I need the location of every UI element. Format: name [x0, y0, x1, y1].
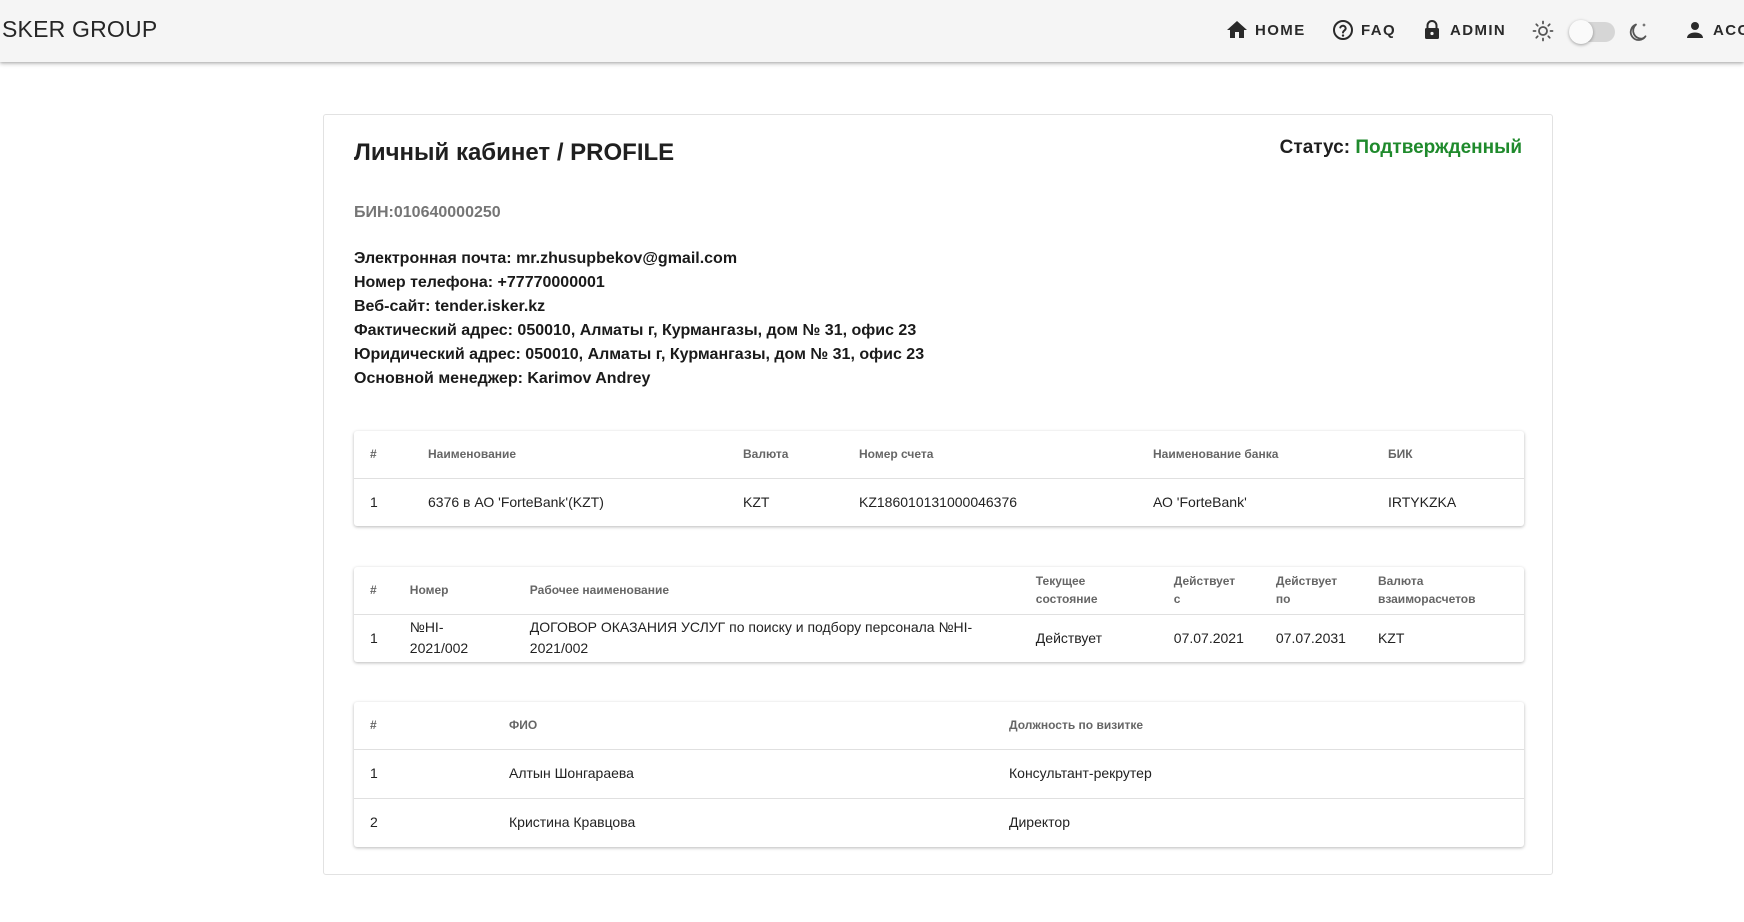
nav-admin-label: ADMIN	[1450, 21, 1507, 39]
table-cell: 1	[354, 749, 493, 799]
sun-icon	[1532, 20, 1554, 42]
manager-line: Основной менеджер: Karimov Andrey	[354, 370, 651, 387]
bank-accounts-table: # Наименование Валюта Номер счета Наимен…	[354, 431, 1524, 526]
nav-home-label: HOME	[1255, 21, 1306, 39]
table-cell: ДОГОВОР ОКАЗАНИЯ УСЛУГ по поиску и подбо…	[529, 619, 973, 657]
table-cell: KZ186010131000046376	[859, 493, 1018, 510]
status-label: Статус:	[1279, 137, 1351, 158]
table-header-row: # ФИО Должность по визитке	[354, 702, 1524, 750]
theme-toggle-switch[interactable]	[1569, 20, 1617, 44]
column-header: Должность по визитке	[993, 702, 1524, 750]
website-line: Веб-сайт: tender.isker.kz	[354, 298, 546, 315]
contacts-table: # ФИО Должность по визитке 1 Алтын Шонга…	[354, 702, 1524, 847]
home-icon	[1227, 21, 1247, 38]
profile-card: Личный кабинет / PROFILE Статус: Подтвер…	[323, 114, 1553, 875]
table-cell: Консультант-рекрутер	[993, 749, 1524, 799]
column-header: Валюта	[727, 431, 843, 479]
phone-line: Номер телефона: +77770000001	[354, 274, 605, 291]
nav-admin-button[interactable]: ADMIN	[1420, 17, 1506, 43]
table-cell: АО 'ForteBank'	[1153, 493, 1247, 510]
column-header: Текущее состояние	[1019, 567, 1158, 615]
help-circle-icon	[1333, 20, 1353, 40]
table-cell: Кристина Кравцова	[509, 814, 636, 831]
nav-home-button[interactable]: HOME	[1225, 17, 1306, 43]
company-info: Электронная почта: mr.zhusupbekov@gmail.…	[354, 247, 924, 391]
column-header: Наименование банка	[1137, 431, 1372, 479]
toggle-thumb[interactable]	[1569, 20, 1593, 44]
legal-address-line: Юридический адрес: 050010, Алматы г, Кур…	[354, 346, 925, 363]
nav-faq-label: FAQ	[1361, 21, 1397, 39]
actual-address-line: Фактический адрес: 050010, Алматы г, Кур…	[354, 322, 917, 339]
column-header: Действует с	[1157, 567, 1260, 615]
table-cell: Директор	[1009, 814, 1070, 831]
person-icon	[1687, 22, 1703, 38]
moon-icon	[1629, 23, 1647, 41]
table-cell: 1	[370, 493, 378, 510]
nav-account-label: ACC	[1713, 21, 1744, 39]
table-cell: KZT	[1377, 629, 1405, 646]
bin-number: БИН:010640000250	[354, 204, 501, 221]
column-header: ФИО	[493, 702, 993, 750]
page-title: Личный кабинет / PROFILE	[354, 139, 675, 166]
table-header-row: # Номер Рабочее наименование Текущее сос…	[354, 567, 1524, 615]
table-cell: IRTYKZKA	[1388, 493, 1457, 510]
status-line: Статус: Подтвержденный	[1280, 137, 1522, 159]
table-cell: 6376 в АО 'ForteBank'(KZT)	[428, 493, 604, 510]
table-row[interactable]: 1 6376 в АО 'ForteBank'(KZT) KZT KZ18601…	[354, 478, 1524, 526]
column-header: #	[354, 567, 394, 615]
table-cell: 07.07.2031	[1275, 629, 1346, 646]
column-header: #	[354, 431, 412, 479]
table-cell: №HI-2021/002	[409, 619, 469, 657]
column-header: Валюта взаиморасчетов	[1361, 567, 1524, 615]
contracts-table: # Номер Рабочее наименование Текущее сос…	[354, 567, 1524, 662]
brand-logo-text[interactable]: SKER GROUP	[2, 16, 157, 43]
table-cell: Действует	[1035, 629, 1103, 646]
column-header: #	[354, 702, 493, 750]
column-header: Номер	[393, 567, 514, 615]
column-header: Действует по	[1259, 567, 1362, 615]
table-cell: KZT	[743, 493, 770, 510]
column-header: БИК	[1372, 431, 1524, 479]
nav-faq-button[interactable]: FAQ	[1331, 17, 1396, 43]
lock-icon	[1425, 20, 1439, 39]
column-header: Наименование	[412, 431, 727, 479]
nav-account-button[interactable]: ACC	[1683, 17, 1744, 43]
status-value: Подтвержденный	[1355, 137, 1522, 158]
table-cell: 1	[370, 629, 378, 646]
table-row[interactable]: 2 Кристина Кравцова Директор	[354, 798, 1524, 847]
column-header: Номер счета	[843, 431, 1137, 479]
table-row[interactable]: 1 №HI-2021/002 ДОГОВОР ОКАЗАНИЯ УСЛУГ по…	[354, 614, 1524, 662]
app-bar: SKER GROUP HOME FAQ ADMIN AC	[0, 0, 1744, 62]
email-line: Электронная почта: mr.zhusupbekov@gmail.…	[354, 250, 738, 267]
column-header: Рабочее наименование	[513, 567, 1020, 615]
table-header-row: # Наименование Валюта Номер счета Наимен…	[354, 431, 1524, 479]
table-cell: 2	[370, 814, 378, 831]
table-cell: Алтын Шонгараева	[493, 749, 993, 799]
table-row[interactable]: 1 Алтын Шонгараева Консультант-рекрутер	[354, 749, 1524, 799]
table-cell: 07.07.2021	[1173, 629, 1244, 646]
